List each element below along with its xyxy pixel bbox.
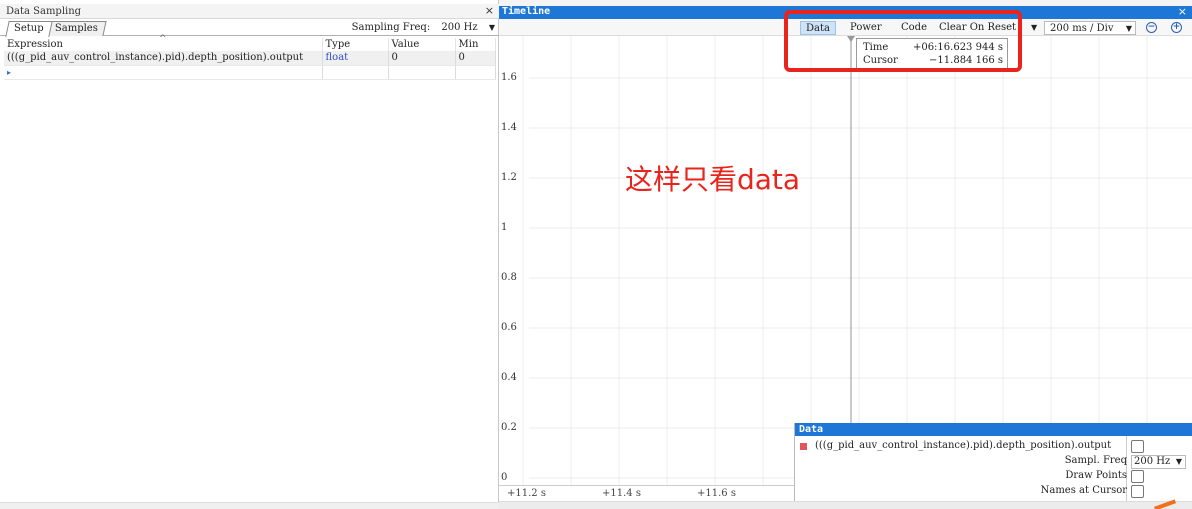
series-name: (((g_pid_auv_control_instance).pid).dept… <box>815 440 1112 451</box>
cell-value: 0 <box>388 51 456 66</box>
draw-points-row: Draw Points <box>795 469 1192 484</box>
sampl-freq-row: Sampl. Freq 200 Hz ▼ <box>795 454 1192 469</box>
cell-type: float <box>322 51 389 66</box>
close-icon[interactable]: × <box>1178 5 1187 18</box>
series-row: (((g_pid_auv_control_instance).pid).dept… <box>795 439 1192 454</box>
tab-samples[interactable]: Samples <box>46 21 107 36</box>
sampl-freq-select[interactable]: 200 Hz ▼ <box>1131 455 1186 469</box>
series-visible-checkbox[interactable] <box>1131 440 1144 453</box>
cell-min: 0 <box>455 51 496 66</box>
draw-points-label: Draw Points <box>1065 470 1127 481</box>
x-tick-label: +11.6 s <box>697 488 736 499</box>
cell-empty <box>455 65 496 80</box>
column-header-expression[interactable]: Expression <box>4 38 323 51</box>
sampling-freq-label: Sampling Freq: <box>351 22 431 33</box>
data-legend-popup: Data (((g_pid_auv_control_instance).pid)… <box>794 423 1192 503</box>
timeline-scrollbar[interactable] <box>499 501 1192 509</box>
new-row-marker-icon: ▸ <box>7 67 12 77</box>
red-highlight-box <box>784 10 1022 72</box>
y-tick-label: 1.2 <box>501 172 517 183</box>
zoom-in-icon[interactable]: + <box>1171 22 1182 33</box>
draw-points-checkbox[interactable] <box>1131 470 1144 483</box>
tab-setup[interactable]: Setup <box>5 21 53 37</box>
series-color-swatch <box>800 443 807 450</box>
y-tick-label: 0.8 <box>501 272 517 283</box>
x-axis: +11.2 s +11.4 s +11.6 s <box>499 485 799 501</box>
table-row-new[interactable]: ▸ <box>4 65 496 80</box>
chevron-down-icon[interactable]: ▼ <box>1026 21 1042 35</box>
time-per-div-select[interactable]: 200 ms / Div ▼ <box>1044 21 1136 35</box>
close-icon[interactable]: × <box>485 4 494 17</box>
data-sampling-title: Data Sampling <box>6 6 82 17</box>
chevron-down-icon: ▼ <box>1125 24 1132 33</box>
table-row[interactable]: (((g_pid_auv_control_instance).pid).dept… <box>4 51 496 66</box>
data-popup-title: Data <box>795 423 1192 436</box>
data-sampling-panel: Data Sampling × Setup Samples Sampling F… <box>0 0 499 509</box>
y-tick-label: 0.6 <box>501 322 517 333</box>
sampl-freq-value: 200 Hz <box>1134 456 1171 467</box>
names-at-cursor-row: Names at Cursor <box>795 484 1192 499</box>
data-sampling-tabbar: Setup Samples Sampling Freq: 200 Hz ▼ <box>0 19 499 37</box>
names-at-cursor-label: Names at Cursor <box>1040 485 1127 496</box>
cell-empty <box>388 65 456 80</box>
y-tick-label: 0.4 <box>501 372 517 383</box>
cell-empty <box>322 65 389 80</box>
x-tick-label: +11.2 s <box>507 488 546 499</box>
chevron-down-icon[interactable]: ▼ <box>489 23 495 32</box>
timeline-panel: Timeline × Data Power Code Clear On Rese… <box>499 0 1192 509</box>
zoom-out-icon[interactable]: − <box>1146 22 1157 33</box>
y-tick-label: 0.2 <box>501 422 517 433</box>
expression-table: Expression Type Value Min (((g_pid_auv_c… <box>4 38 496 80</box>
time-per-div-value: 200 ms / Div <box>1050 23 1114 34</box>
column-header-type[interactable]: Type <box>322 38 389 51</box>
cell-new-expression[interactable]: ▸ <box>4 65 323 80</box>
sampling-freq-value[interactable]: 200 Hz <box>441 22 477 33</box>
column-header-value[interactable]: Value <box>388 38 456 51</box>
names-at-cursor-checkbox[interactable] <box>1131 485 1144 498</box>
timeline-plot-area[interactable]: 1.6 1.4 1.2 1 0.8 0.6 0.4 0.2 0 <box>499 36 1192 485</box>
timeline-title: Timeline <box>502 6 551 17</box>
sampl-freq-label: Sampl. Freq <box>1064 455 1127 466</box>
annotation-text: 这样只看data <box>625 163 801 196</box>
y-tick-label: 0 <box>501 472 508 483</box>
column-header-min[interactable]: Min <box>455 38 496 51</box>
timeline-plot-svg <box>522 36 1192 485</box>
cell-expression[interactable]: (((g_pid_auv_control_instance).pid).dept… <box>4 51 323 66</box>
sampling-freq-control[interactable]: Sampling Freq: 200 Hz ▼ <box>352 22 495 33</box>
chevron-down-icon: ▼ <box>1175 457 1182 466</box>
table-header-row: Expression Type Value Min <box>4 38 496 51</box>
y-tick-label: 1 <box>501 222 508 233</box>
left-scrollbar[interactable] <box>0 502 499 509</box>
y-tick-label: 1.4 <box>501 122 517 133</box>
y-tick-label: 1.6 <box>501 72 517 83</box>
data-sampling-titlebar: Data Sampling × <box>0 4 499 19</box>
x-tick-label: +11.4 s <box>602 488 641 499</box>
